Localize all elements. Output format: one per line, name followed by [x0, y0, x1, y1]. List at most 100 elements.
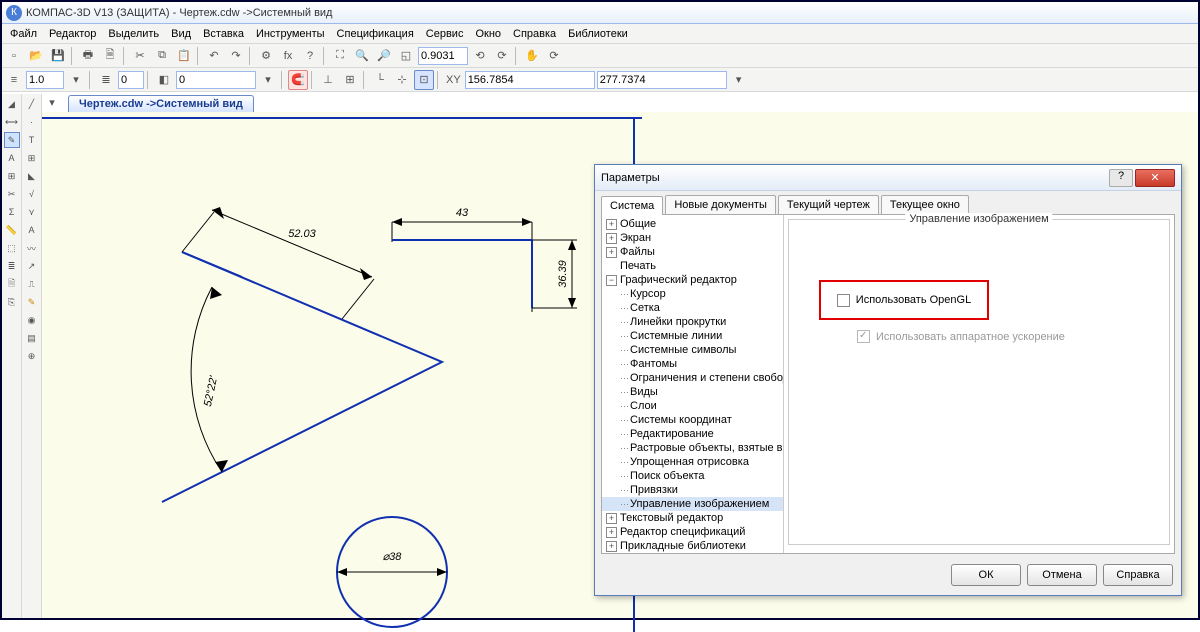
menu-tools[interactable]: Инструменты [250, 26, 331, 42]
tab-current-window[interactable]: Текущее окно [881, 195, 969, 214]
refresh-icon[interactable]: ⟳ [492, 46, 512, 66]
geometry-icon[interactable]: ◢ [4, 96, 20, 112]
rough-icon[interactable]: √ [24, 186, 40, 202]
tree-snaps[interactable]: ⋯Привязки [602, 483, 783, 497]
linewidth-input[interactable] [26, 71, 64, 89]
tree-cs[interactable]: ⋯Системы координат [602, 413, 783, 427]
point-icon[interactable]: · [24, 114, 40, 130]
tree-display-control[interactable]: ⋯Управление изображением [602, 497, 783, 511]
cut-icon[interactable]: ✂ [130, 46, 150, 66]
arrow-icon[interactable]: ↗ [24, 258, 40, 274]
dropdown-icon[interactable]: ▾ [66, 70, 86, 90]
zoom-window-icon[interactable]: ◱ [396, 46, 416, 66]
snap2-icon[interactable]: ⊹ [392, 70, 412, 90]
measure-icon[interactable]: 📏 [4, 222, 20, 238]
select-icon[interactable]: ⬚ [4, 240, 20, 256]
edit-icon[interactable]: ✂ [4, 186, 20, 202]
zoom-input[interactable] [418, 47, 468, 65]
coord-x-input[interactable] [465, 71, 595, 89]
spec-tool-icon[interactable]: ≣ [4, 258, 20, 274]
dialog-help-icon[interactable]: ? [1109, 169, 1133, 187]
cancel-button[interactable]: Отмена [1027, 564, 1097, 586]
dialog-close-icon[interactable]: ✕ [1135, 169, 1175, 187]
current-style-icon[interactable]: ≡ [4, 70, 24, 90]
use-opengl-checkbox[interactable] [837, 294, 850, 307]
vars-icon[interactable]: fx [278, 46, 298, 66]
param-icon[interactable]: Σ [4, 204, 20, 220]
ortho-icon[interactable]: ⊥ [318, 70, 338, 90]
preview-icon[interactable]: 🗎 [100, 46, 120, 66]
tree-grid[interactable]: ⋯Сетка [602, 301, 783, 315]
snap3-icon[interactable]: ⊡ [414, 70, 434, 90]
tree-app-libs[interactable]: +Прикладные библиотеки [602, 539, 783, 553]
table-icon[interactable]: ⊞ [4, 168, 20, 184]
auto-icon[interactable]: ✎ [24, 294, 40, 310]
tree-general[interactable]: +Общие [602, 217, 783, 231]
help-icon[interactable]: ? [300, 46, 320, 66]
menu-spec[interactable]: Спецификация [331, 26, 420, 42]
base-icon[interactable]: ◣ [24, 168, 40, 184]
layer2-input[interactable] [176, 71, 256, 89]
zoom-fit-icon[interactable]: ⛶ [330, 46, 350, 66]
tree-spec-editor[interactable]: +Редактор спецификаций [602, 525, 783, 539]
ok-button[interactable]: ОК [951, 564, 1021, 586]
tab-current-drawing[interactable]: Текущий чертеж [778, 195, 879, 214]
settings-tree[interactable]: +Общие +Экран +Файлы Печать −Графический… [602, 215, 784, 553]
help-button[interactable]: Справка [1103, 564, 1173, 586]
weld-icon[interactable]: ⋎ [24, 204, 40, 220]
menu-select[interactable]: Выделить [102, 26, 165, 42]
report-icon[interactable]: 🗎 [4, 276, 20, 292]
pan-icon[interactable]: ✋ [522, 46, 542, 66]
tree-scrollbars[interactable]: ⋯Линейки прокрутки [602, 315, 783, 329]
tree-print[interactable]: Печать [602, 259, 783, 273]
menu-file[interactable]: Файл [4, 26, 43, 42]
tree-views[interactable]: ⋯Виды [602, 385, 783, 399]
tree-constraints[interactable]: ⋯Ограничения и степени свободы [602, 371, 783, 385]
tree-syssymbols[interactable]: ⋯Системные символы [602, 343, 783, 357]
layer-input[interactable] [118, 71, 144, 89]
zoom-in-icon[interactable]: 🔍 [352, 46, 372, 66]
tree-syslines[interactable]: ⋯Системные линии [602, 329, 783, 343]
menu-window[interactable]: Окно [469, 26, 507, 42]
aux-icon[interactable]: T [24, 132, 40, 148]
tree-layers[interactable]: ⋯Слои [602, 399, 783, 413]
tree-search[interactable]: ⋯Поиск объекта [602, 469, 783, 483]
menu-help[interactable]: Справка [507, 26, 562, 42]
notation-icon[interactable]: ✎ [4, 132, 20, 148]
new-icon[interactable]: ▫ [4, 46, 24, 66]
menu-libs[interactable]: Библиотеки [562, 26, 634, 42]
undo-icon[interactable]: ↶ [204, 46, 224, 66]
rotate-icon[interactable]: ⟳ [544, 46, 564, 66]
brand-icon[interactable]: ▤ [24, 330, 40, 346]
mark-icon[interactable]: ◉ [24, 312, 40, 328]
break-icon[interactable]: ⎍ [24, 276, 40, 292]
coord-y-input[interactable] [597, 71, 727, 89]
wave-icon[interactable]: 〰 [24, 240, 40, 256]
tree-text-editor[interactable]: +Текстовый редактор [602, 511, 783, 525]
open-icon[interactable]: 📂 [26, 46, 46, 66]
tree-editing[interactable]: ⋯Редактирование [602, 427, 783, 441]
layer2-icon[interactable]: ◧ [154, 70, 174, 90]
zoom-prev-icon[interactable]: ⟲ [470, 46, 490, 66]
dropdown2-icon[interactable]: ▾ [258, 70, 278, 90]
tree-screen[interactable]: +Экран [602, 231, 783, 245]
table2-icon[interactable]: ⊞ [24, 150, 40, 166]
tab-new-docs[interactable]: Новые документы [665, 195, 776, 214]
menu-view[interactable]: Вид [165, 26, 197, 42]
tab-system[interactable]: Система [601, 196, 663, 215]
axis-icon[interactable]: ⊕ [24, 348, 40, 364]
tree-raster[interactable]: ⋯Растровые объекты, взятые в документ [602, 441, 783, 455]
print-icon[interactable]: 🖶 [78, 46, 98, 66]
tree-phantoms[interactable]: ⋯Фантомы [602, 357, 783, 371]
tree-cursor[interactable]: ⋯Курсор [602, 287, 783, 301]
layer-icon[interactable]: ≣ [96, 70, 116, 90]
insert-icon[interactable]: ⎘ [4, 294, 20, 310]
tree-files[interactable]: +Файлы [602, 245, 783, 259]
line-icon[interactable]: ╱ [24, 96, 40, 112]
menu-edit[interactable]: Редактор [43, 26, 102, 42]
snap-icon[interactable]: 🧲 [288, 70, 308, 90]
text-icon[interactable]: A [4, 150, 20, 166]
tree-simplified[interactable]: ⋯Упрощенная отрисовка [602, 455, 783, 469]
dim-icon[interactable]: ⟷ [4, 114, 20, 130]
save-icon[interactable]: 💾 [48, 46, 68, 66]
